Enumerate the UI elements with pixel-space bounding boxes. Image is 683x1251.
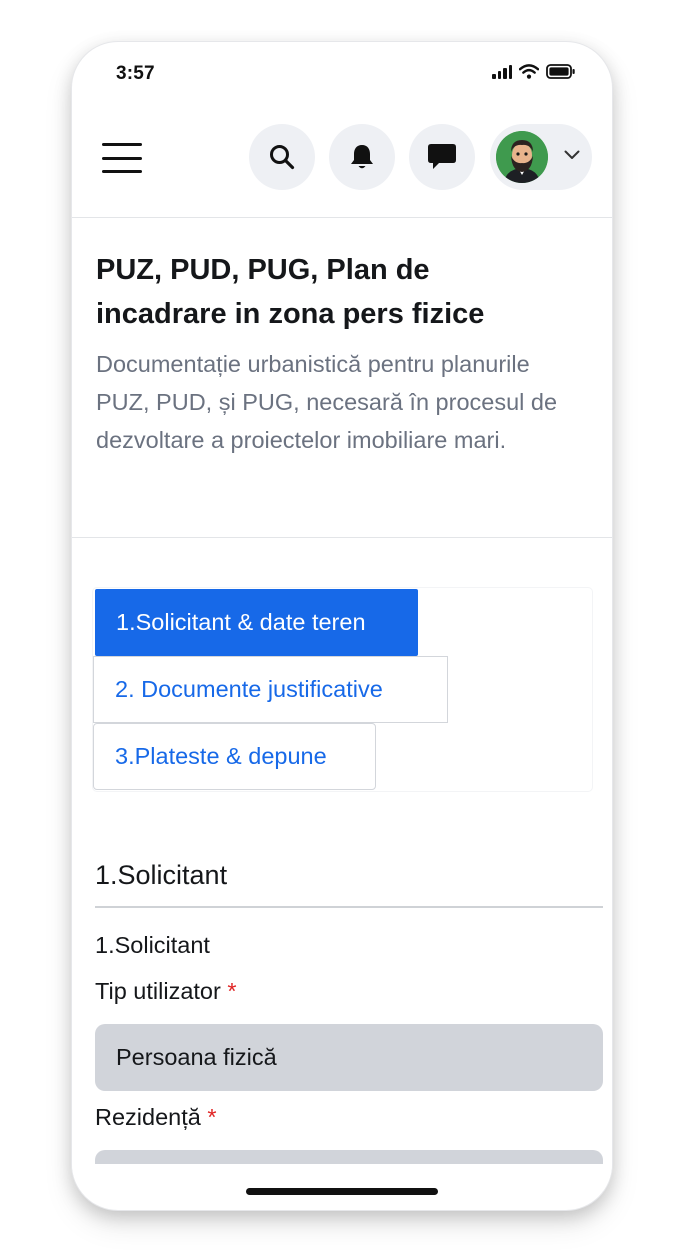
home-indicator (246, 1188, 438, 1195)
avatar (496, 131, 548, 183)
search-icon (270, 145, 295, 170)
tip-utilizator-select[interactable]: Persoana fizică (95, 1024, 603, 1091)
app-header (72, 118, 612, 218)
status-bar: 3:57 (72, 42, 612, 106)
signal-icon (492, 64, 512, 79)
subsection-heading: 1.Solicitant (95, 932, 210, 958)
chevron-down-icon (564, 150, 580, 159)
step-tab-plateste[interactable]: 3.Plateste & depune (93, 723, 376, 790)
phone-frame: 3:57 PUZ, PUD, PUG, Plan de incadrare in… (72, 42, 612, 1210)
required-mark: * (227, 978, 237, 1004)
divider (95, 906, 603, 908)
wifi-icon (519, 64, 539, 79)
status-icons (492, 64, 576, 79)
section-heading: 1.Solicitant (95, 860, 228, 890)
battery-icon (546, 64, 575, 79)
page-title: PUZ, PUD, PUG, Plan de incadrare in zona… (96, 254, 485, 330)
required-mark: * (207, 1104, 217, 1130)
messages-button[interactable] (409, 124, 475, 190)
step-tabs: 1.Solicitant & date teren 2. Documente j… (93, 588, 592, 791)
bottom-safe-area (72, 1164, 612, 1210)
page-description: Documentație urbanistică pentru planuril… (96, 351, 558, 453)
menu-icon[interactable] (102, 141, 142, 175)
step-tab-solicitant[interactable]: 1.Solicitant & date teren (95, 589, 418, 656)
rezidenta-label: Rezidență * (95, 1104, 217, 1130)
profile-menu[interactable] (490, 124, 592, 190)
notifications-button[interactable] (329, 124, 395, 190)
title-section: PUZ, PUD, PUG, Plan de incadrare in zona… (72, 218, 612, 538)
status-time: 3:57 (116, 63, 155, 84)
chat-icon (428, 144, 456, 169)
bell-icon (351, 145, 373, 169)
tip-utilizator-value: Persoana fizică (116, 1044, 277, 1070)
search-button[interactable] (249, 124, 315, 190)
step-tab-documente[interactable]: 2. Documente justificative (93, 656, 448, 723)
tip-utilizator-label: Tip utilizator * (95, 978, 237, 1004)
